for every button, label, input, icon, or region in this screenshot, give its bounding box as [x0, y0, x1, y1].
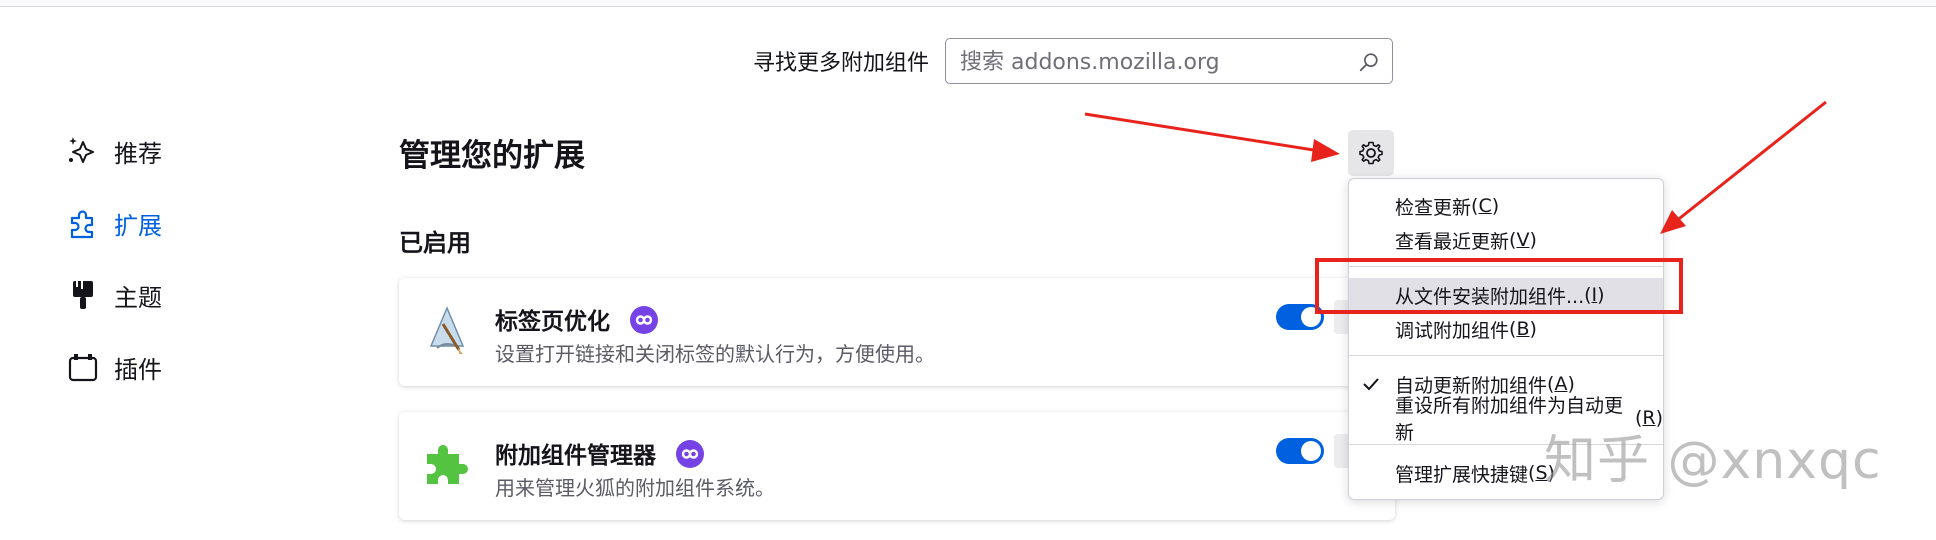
puzzle-icon: [70, 210, 94, 239]
toggle-knob: [1301, 441, 1321, 461]
menu-item-debug-addons[interactable]: 调试附加组件(B): [1349, 312, 1663, 346]
annotation-highlight-box: [1315, 258, 1683, 314]
sidebar-item-label: 推荐: [114, 139, 162, 168]
tab-optimizer-icon: [429, 306, 465, 354]
extension-name: 标签页优化: [495, 302, 659, 336]
gear-icon: [1359, 141, 1383, 165]
extension-description: 设置打开链接和关闭标签的默认行为，方便使用。: [495, 342, 935, 366]
arrow-to-gear-icon: [1084, 112, 1340, 162]
window-top-border: [0, 0, 1936, 7]
sidebar-item-plugins[interactable]: 插件: [66, 347, 162, 387]
sidebar-item-themes[interactable]: 主题: [66, 275, 162, 315]
arrow-to-menu-icon: [1660, 100, 1827, 234]
plugin-icon: [68, 354, 98, 382]
menu-item-check-updates[interactable]: 检查更新(C): [1349, 189, 1663, 223]
addons-search-input[interactable]: [958, 45, 1342, 79]
sidebar-item-recommendations[interactable]: 推荐: [66, 131, 162, 171]
sidebar-item-extensions[interactable]: 扩展: [66, 203, 162, 243]
sidebar-item-label: 扩展: [114, 211, 162, 240]
extension-description: 用来管理火狐的附加组件系统。: [495, 476, 775, 500]
extension-enable-toggle[interactable]: [1276, 438, 1324, 464]
tools-gear-button[interactable]: [1348, 130, 1394, 176]
menu-item-view-recent-updates[interactable]: 查看最近更新(V): [1349, 223, 1663, 257]
page-title: 管理您的扩展: [399, 138, 585, 174]
sidebar-item-label: 主题: [114, 283, 162, 312]
addons-search-box[interactable]: [945, 38, 1393, 84]
checkmark-icon: [1363, 378, 1379, 391]
paintbrush-icon: [73, 281, 93, 309]
search-icon[interactable]: [1358, 51, 1380, 73]
extension-name: 附加组件管理器: [495, 436, 705, 470]
recommended-badge-icon: [676, 440, 705, 468]
sparkle-icon: [69, 137, 94, 163]
extension-card[interactable]: 附加组件管理器 用来管理火狐的附加组件系统。: [399, 412, 1395, 520]
extension-card[interactable]: 标签页优化 设置打开链接和关闭标签的默认行为，方便使用。: [399, 278, 1395, 386]
find-more-addons-label: 寻找更多附加组件: [753, 51, 930, 76]
watermark: 知乎 @xnxqc: [1544, 431, 1882, 491]
green-puzzle-icon: [427, 445, 468, 484]
menu-separator: [1349, 355, 1663, 356]
recommended-badge-icon: [630, 306, 659, 334]
sidebar-item-label: 插件: [114, 355, 162, 384]
enabled-section-heading: 已启用: [399, 229, 471, 257]
